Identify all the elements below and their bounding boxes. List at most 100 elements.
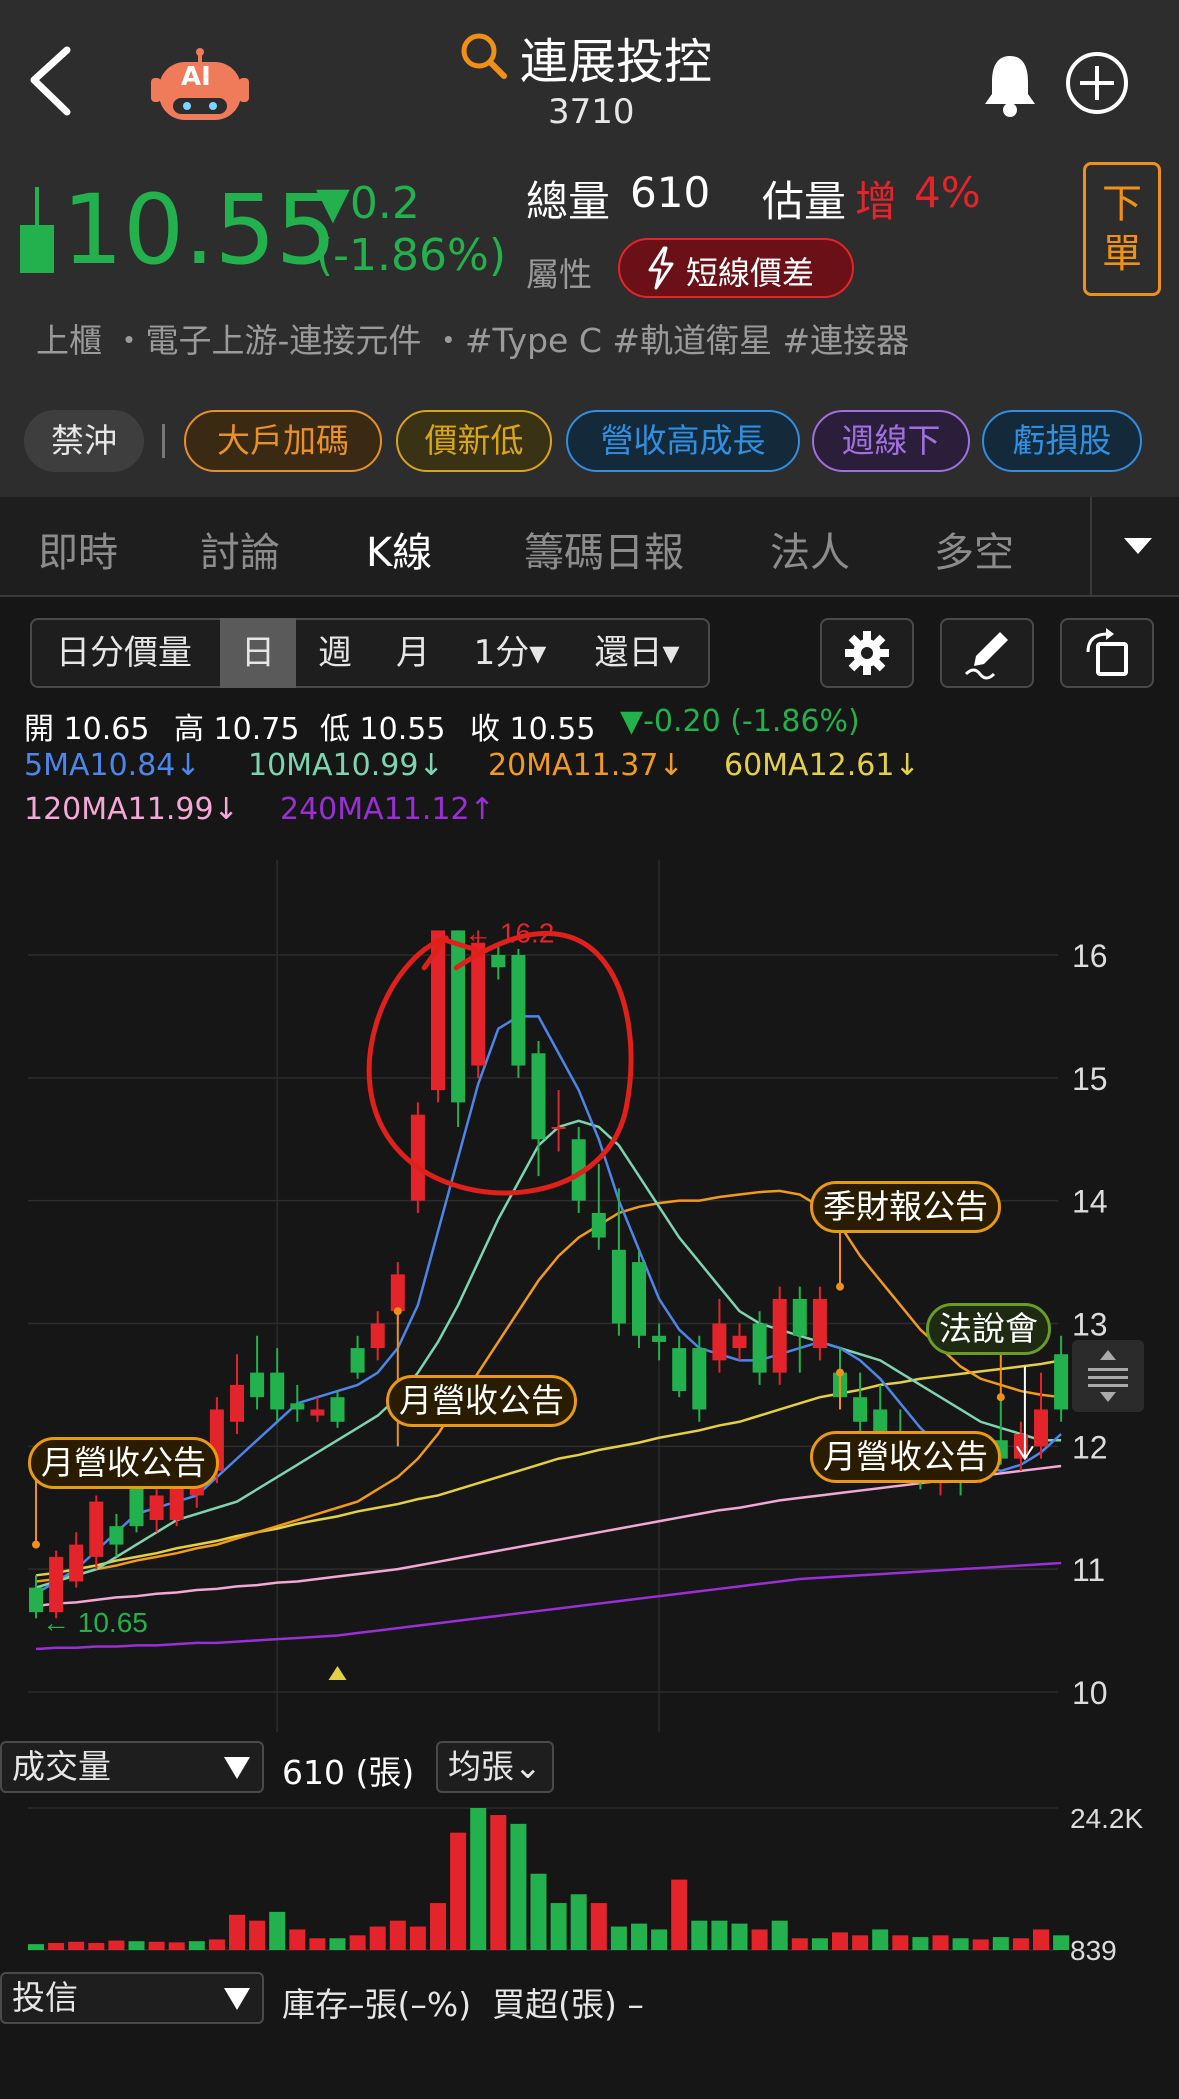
- candle: [712, 1323, 727, 1361]
- volume-indicator-select[interactable]: 成交量: [0, 1741, 264, 1793]
- event-monthly-revenue-2[interactable]: 月營收公告: [386, 1375, 577, 1427]
- volume-label: 總量: [526, 177, 611, 226]
- rotate-button[interactable]: [1060, 618, 1154, 688]
- event-monthly-revenue-1[interactable]: 月營收公告: [28, 1437, 219, 1489]
- volume-bar: [369, 1926, 386, 1950]
- annotation-dot: [836, 1282, 844, 1291]
- volume-bar: [550, 1903, 567, 1950]
- volume-bar: [510, 1823, 527, 1950]
- candle: [250, 1372, 265, 1398]
- period-month[interactable]: 月: [380, 618, 446, 688]
- tag-loss-stock[interactable]: 虧損股: [982, 410, 1142, 472]
- volume-bar: [671, 1879, 688, 1950]
- period-day[interactable]: 日: [220, 618, 296, 688]
- estimate-direction: 增: [855, 177, 898, 226]
- ai-robot-icon[interactable]: AI: [145, 48, 255, 123]
- candlestick-chart[interactable]: 161514131211101011← 16.2← 10.65: [0, 840, 1179, 1740]
- tab-more-icon[interactable]: [1118, 530, 1158, 560]
- ma120-label: 120MA11.99↓: [24, 792, 239, 827]
- volume-bar: [530, 1873, 547, 1950]
- stock-name[interactable]: 連展投控: [520, 22, 712, 92]
- volume-bar: [791, 1938, 808, 1950]
- tab-kline[interactable]: K線: [366, 520, 432, 578]
- candle: [109, 1526, 124, 1545]
- tag-revenue-growth[interactable]: 營收高成長: [566, 410, 800, 472]
- candle: [290, 1403, 305, 1410]
- tab-institutional[interactable]: 法人: [770, 520, 850, 578]
- volume-bar: [269, 1911, 286, 1950]
- volume-value: 610 (張): [282, 1753, 415, 1792]
- volume-chart: 24.2K 839: [28, 1803, 1143, 1966]
- volume-bar: [1012, 1938, 1029, 1950]
- volume-bar: [631, 1923, 647, 1950]
- annotation-dot: [996, 1393, 1005, 1402]
- draw-button[interactable]: [940, 618, 1034, 688]
- candle: [812, 1298, 827, 1349]
- candle: [471, 942, 486, 1066]
- volume-bar: [470, 1808, 487, 1950]
- tab-realtime[interactable]: 即時: [38, 520, 118, 578]
- tag-new-low[interactable]: 價新低: [396, 410, 552, 472]
- ohlc-low: 低 10.55: [320, 712, 446, 747]
- event-quarterly-report[interactable]: 季財報公告: [810, 1181, 1001, 1233]
- add-icon[interactable]: [1064, 50, 1130, 116]
- period-week[interactable]: 週: [300, 618, 370, 688]
- volume-bar: [68, 1941, 85, 1950]
- attribute-badge-label: 短線價差: [686, 254, 815, 292]
- signal-marker: [328, 1666, 347, 1680]
- ma5-label: 5MA10.84↓: [24, 748, 201, 783]
- candle: [752, 1323, 767, 1373]
- candle: [49, 1556, 64, 1613]
- tag-big-holder[interactable]: 大戶加碼: [184, 410, 382, 472]
- candle: [491, 955, 506, 968]
- candle: [692, 1348, 707, 1410]
- event-monthly-revenue-3[interactable]: 月營收公告: [810, 1431, 1001, 1483]
- bell-icon[interactable]: [980, 50, 1040, 118]
- tab-divider: [1090, 497, 1092, 597]
- volume-bar: [188, 1941, 205, 1950]
- tag-no-daytrade[interactable]: 禁沖: [24, 410, 144, 472]
- volume-bar: [932, 1935, 949, 1950]
- attribute-badge[interactable]: 短線價差: [618, 238, 854, 298]
- adjust-dropdown[interactable]: 還日▾: [580, 618, 694, 688]
- y-tick-label: 15: [1072, 1061, 1108, 1097]
- order-button-label: 下單: [1102, 181, 1142, 277]
- candle: [551, 1126, 566, 1129]
- search-icon[interactable]: [458, 30, 510, 82]
- tag-weekly-below[interactable]: 週線下: [812, 410, 970, 472]
- institution-select[interactable]: 投信: [0, 1972, 264, 2024]
- volume-bar: [852, 1935, 869, 1950]
- y-tick-label: 11: [1072, 1552, 1105, 1588]
- chart-scale-handle[interactable]: [1072, 1340, 1144, 1412]
- volume-bar: [912, 1937, 929, 1950]
- estimate-label: 估量: [762, 177, 847, 226]
- volume-select-label: 成交量: [12, 1747, 111, 1786]
- ohlc-open: 開 10.65: [24, 712, 150, 747]
- order-button[interactable]: 下單: [1083, 162, 1161, 296]
- tab-chip-daily[interactable]: 籌碼日報: [524, 520, 684, 578]
- tab-discussion[interactable]: 討論: [200, 520, 280, 578]
- candle: [370, 1323, 385, 1349]
- estimate-pct: 4%: [914, 168, 981, 217]
- volume-bar: [128, 1941, 145, 1950]
- volume-bar: [108, 1940, 125, 1950]
- settings-button[interactable]: [820, 618, 914, 688]
- rotate-screen-icon: [1086, 628, 1128, 676]
- avg-lot-dropdown[interactable]: 均張⌄: [436, 1741, 554, 1793]
- candle: [451, 930, 466, 1103]
- back-icon[interactable]: [22, 40, 82, 120]
- ma20-label: 20MA11.37↓: [488, 748, 684, 783]
- candle: [732, 1335, 747, 1349]
- annotation-dot: [32, 1540, 40, 1549]
- volume-bar: [389, 1920, 406, 1950]
- candle: [89, 1501, 104, 1557]
- volume-bar: [349, 1935, 366, 1950]
- price-change: ▼0.2: [316, 178, 420, 229]
- volume-bar: [1053, 1935, 1070, 1950]
- candle: [531, 1053, 546, 1140]
- last-price: 10.55: [62, 174, 337, 286]
- tab-long-short[interactable]: 多空: [934, 520, 1014, 578]
- event-investor-conference[interactable]: 法說會: [926, 1303, 1051, 1355]
- period-minute-dropdown[interactable]: 1分▾: [460, 618, 560, 688]
- period-intraday[interactable]: 日分價量: [46, 618, 202, 688]
